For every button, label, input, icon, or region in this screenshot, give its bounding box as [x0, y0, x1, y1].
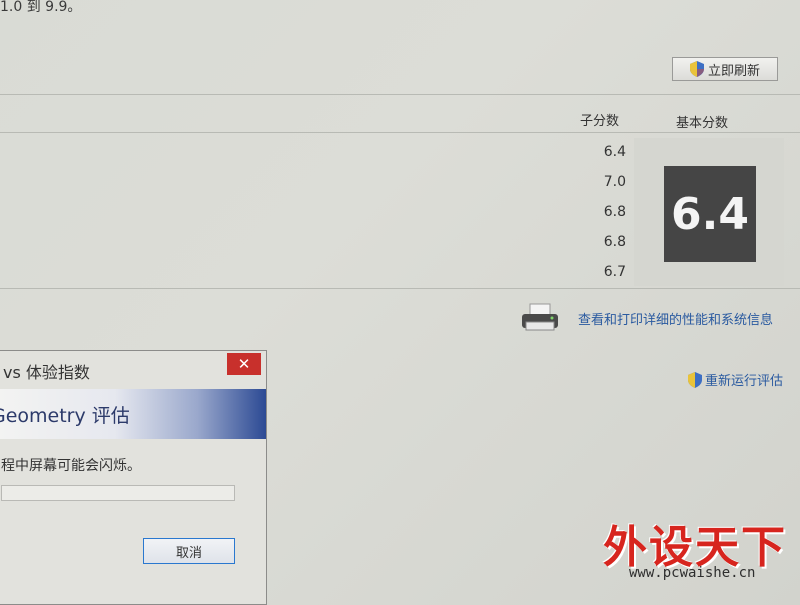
sub-score-5: 6.7 [603, 264, 626, 280]
sub-score-4: 6.8 [603, 234, 626, 250]
assessment-dialog: vs 体验指数 ✕ Geometry 评估 程中屏幕可能会闪烁。 取消 [0, 350, 267, 605]
close-icon: ✕ [237, 355, 251, 373]
refresh-now-label: 立即刷新 [707, 63, 760, 79]
site-watermark-logo: 外设天下 www.pcwaishe.cn [603, 511, 797, 589]
sub-score-3: 6.8 [603, 204, 626, 220]
sub-score-2: 7.0 [603, 174, 626, 190]
rerun-assessment-label: 重新运行评估 [705, 374, 784, 389]
sub-score-1: 6.4 [603, 144, 626, 160]
cancel-label: 取消 [175, 545, 202, 561]
refresh-now-button[interactable]: 立即刷新 [672, 57, 778, 81]
dialog-message: 程中屏幕可能会闪烁。 [1, 458, 141, 474]
sub-score-header: 子分数 [580, 114, 620, 129]
intro-text: 1.0 到 9.9。 [0, 0, 82, 15]
divider-header [0, 132, 800, 133]
base-score-header: 基本分数 [676, 116, 729, 131]
dialog-header-band: Geometry 评估 [0, 389, 266, 439]
rerun-assessment-link[interactable]: 重新运行评估 [688, 370, 783, 389]
printer-icon [522, 303, 558, 331]
assessment-progress-bar [1, 485, 235, 501]
watermark-url: www.pcwaishe.cn [629, 565, 756, 581]
print-details-link[interactable]: 查看和打印详细的性能和系统信息 [578, 309, 773, 328]
divider-bottom [0, 288, 800, 289]
cancel-button[interactable]: 取消 [143, 538, 235, 564]
uac-shield-icon [689, 61, 704, 77]
divider-top [0, 94, 800, 95]
dialog-close-button[interactable]: ✕ [227, 353, 261, 375]
base-score-box: 6.4 [664, 166, 756, 262]
dialog-title: vs 体验指数 [3, 363, 90, 382]
uac-shield-icon [688, 371, 702, 388]
dialog-heading: Geometry 评估 [0, 405, 130, 427]
